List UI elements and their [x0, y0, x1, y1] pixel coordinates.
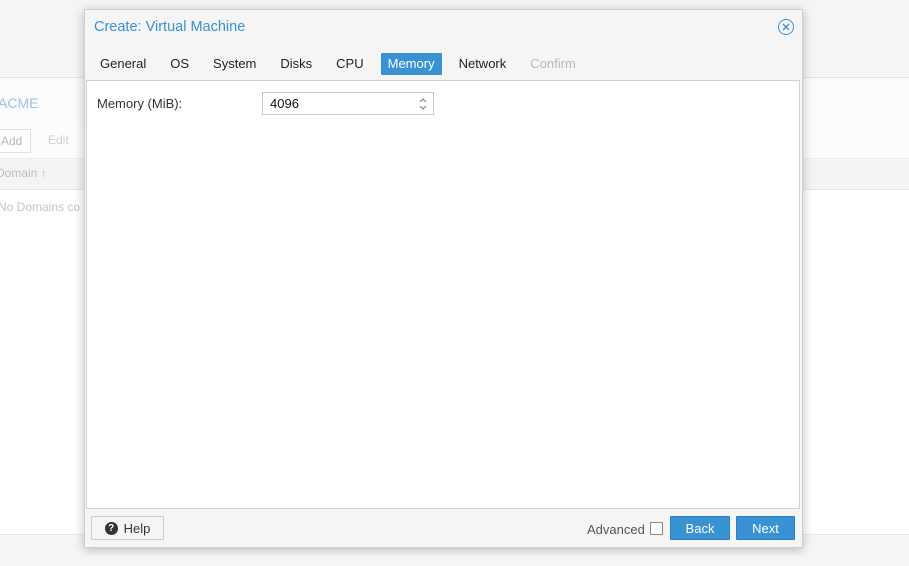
tab-os[interactable]: OS	[163, 53, 196, 75]
dialog-footer: ? Help Advanced Back Next	[85, 510, 802, 547]
background-edit-button: Edit	[48, 133, 69, 147]
memory-spinner-field[interactable]	[262, 92, 434, 115]
tab-general[interactable]: General	[93, 53, 153, 75]
advanced-checkbox[interactable]	[650, 522, 663, 535]
help-button[interactable]: ? Help	[91, 516, 164, 540]
help-button-label: Help	[123, 520, 151, 536]
tab-cpu[interactable]: CPU	[329, 53, 370, 75]
tab-network[interactable]: Network	[452, 53, 514, 75]
close-icon[interactable]	[778, 19, 794, 35]
memory-label: Memory (MiB):	[97, 96, 183, 111]
question-circle-icon: ?	[104, 521, 118, 535]
background-add-button: Add	[0, 129, 32, 153]
spinner-arrows-icon[interactable]	[413, 93, 433, 114]
background-column-domain: Domain ↑	[0, 166, 47, 180]
tab-disks[interactable]: Disks	[273, 53, 319, 75]
wizard-tabbar: General OS System Disks CPU Memory Netwo…	[93, 52, 593, 76]
create-vm-dialog: Create: Virtual Machine General OS Syste…	[84, 9, 803, 548]
dialog-title: Create: Virtual Machine	[94, 19, 246, 35]
advanced-label: Advanced	[587, 522, 645, 537]
tab-confirm: Confirm	[530, 56, 576, 71]
memory-panel: Memory (MiB):	[86, 80, 800, 509]
background-empty-text: No Domains co	[0, 200, 81, 214]
memory-input[interactable]	[263, 95, 413, 112]
back-button[interactable]: Back	[670, 516, 730, 540]
tab-memory[interactable]: Memory	[380, 53, 442, 75]
tab-system[interactable]: System	[206, 53, 263, 75]
next-button[interactable]: Next	[736, 516, 795, 540]
background-title: ACME	[0, 95, 39, 111]
